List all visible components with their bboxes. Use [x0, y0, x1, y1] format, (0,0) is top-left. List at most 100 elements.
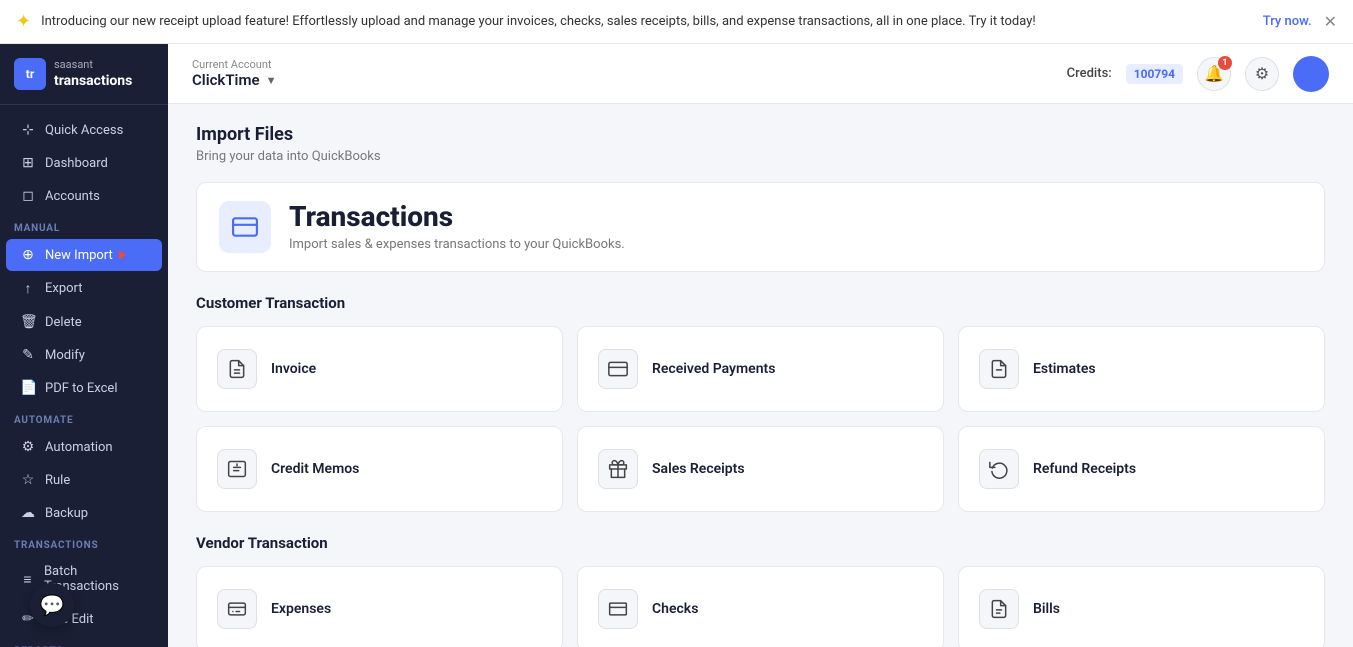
account-chevron-icon: ▼: [266, 74, 277, 87]
settings-button[interactable]: ⚙: [1245, 57, 1279, 91]
checks-label: Checks: [652, 601, 698, 617]
accounts-icon: ◻: [20, 188, 36, 204]
transactions-hero-sub: Import sales & expenses transactions to …: [289, 237, 625, 252]
vendor-cards-grid: Expenses Checks: [196, 566, 1325, 647]
received-payments-label: Received Payments: [652, 361, 775, 377]
reports-section-label: REPORTS: [0, 636, 168, 647]
sidebar-item-new-import[interactable]: ⊕ New Import: [6, 239, 162, 271]
sidebar-item-label: Export: [45, 281, 83, 296]
logo-area: tr saasant transactions: [0, 44, 168, 105]
sidebar-nav: ⊹ Quick Access ⊞ Dashboard ◻ Accounts MA…: [0, 105, 168, 647]
received-payments-icon: [598, 349, 638, 389]
banner-try-now-link[interactable]: Try now.: [1263, 14, 1312, 29]
sidebar: tr saasant transactions ⊹ Quick Access ⊞…: [0, 44, 168, 647]
invoice-label: Invoice: [271, 361, 316, 377]
credit-memos-icon: [217, 449, 257, 489]
announcement-banner: ✦ Introducing our new receipt upload fea…: [0, 0, 1353, 44]
card-credit-memos[interactable]: Credit Memos: [196, 426, 563, 512]
credits-value: 100794: [1126, 64, 1183, 84]
dashboard-icon: ⊞: [20, 155, 36, 171]
quick-access-icon: ⊹: [20, 122, 36, 138]
sidebar-item-label: PDF to Excel: [45, 381, 117, 396]
banner-star-icon: ✦: [16, 11, 31, 32]
sidebar-item-label: Rule: [45, 473, 70, 488]
account-name-dropdown[interactable]: ClickTime ▼: [192, 71, 1067, 89]
credit-memos-label: Credit Memos: [271, 461, 359, 477]
sidebar-item-rule[interactable]: ☆ Rule: [6, 464, 162, 496]
vendor-section-title: Vendor Transaction: [196, 534, 1325, 552]
sidebar-item-quick-access[interactable]: ⊹ Quick Access: [6, 114, 162, 146]
sidebar-item-dashboard[interactable]: ⊞ Dashboard: [6, 147, 162, 179]
transactions-hero-title: Transactions: [289, 202, 625, 233]
customer-cards-grid: Invoice Received Payments: [196, 326, 1325, 512]
credits-label: Credits:: [1067, 66, 1112, 81]
transactions-hero-text: Transactions Import sales & expenses tra…: [289, 202, 625, 252]
sidebar-item-label: Modify: [45, 348, 85, 363]
customer-section-title: Customer Transaction: [196, 294, 1325, 312]
account-name-text: ClickTime: [192, 71, 260, 89]
estimates-label: Estimates: [1033, 361, 1096, 377]
sidebar-item-label: New Import: [45, 248, 113, 263]
invoice-icon: [217, 349, 257, 389]
card-bills[interactable]: Bills: [958, 566, 1325, 647]
sidebar-item-delete[interactable]: 🗑 Delete: [6, 306, 162, 338]
header-right: Credits: 100794 🔔 1 ⚙: [1067, 56, 1329, 92]
current-account-label: Current Account: [192, 58, 1067, 71]
sidebar-item-label: Quick Access: [45, 123, 123, 138]
banner-text: Introducing our new receipt upload featu…: [41, 14, 1259, 29]
expenses-icon: [217, 589, 257, 629]
automation-icon: ⚙: [20, 439, 36, 455]
sidebar-item-label: Delete: [45, 315, 82, 330]
logo-icon: tr: [14, 58, 46, 90]
sidebar-item-automation[interactable]: ⚙ Automation: [6, 431, 162, 463]
estimates-icon: [979, 349, 1019, 389]
rule-icon: ☆: [20, 472, 36, 488]
new-import-icon: ⊕: [20, 247, 36, 263]
import-files-subtitle: Bring your data into QuickBooks: [196, 149, 1325, 164]
main-content: Import Files Bring your data into QuickB…: [168, 104, 1353, 647]
export-icon: ↑: [20, 280, 36, 297]
transactions-hero-card[interactable]: Transactions Import sales & expenses tra…: [196, 182, 1325, 272]
card-expenses[interactable]: Expenses: [196, 566, 563, 647]
card-estimates[interactable]: Estimates: [958, 326, 1325, 412]
expenses-label: Expenses: [271, 601, 331, 617]
refund-receipts-icon: [979, 449, 1019, 489]
chat-support-button[interactable]: 💬: [30, 583, 74, 627]
card-received-payments[interactable]: Received Payments: [577, 326, 944, 412]
sidebar-item-modify[interactable]: ✎ Modify: [6, 339, 162, 371]
sidebar-item-label: Automation: [45, 440, 113, 455]
page-header: Current Account ClickTime ▼ Credits: 100…: [168, 44, 1353, 104]
manual-section-label: MANUAL: [0, 213, 168, 238]
sales-receipts-icon: [598, 449, 638, 489]
pdf-to-excel-icon: 📄: [20, 380, 36, 396]
sidebar-item-backup[interactable]: ☁ Backup: [6, 497, 162, 529]
sidebar-item-label: Accounts: [45, 189, 100, 204]
sales-receipts-label: Sales Receipts: [652, 461, 745, 477]
sidebar-item-pdf-to-excel[interactable]: 📄 PDF to Excel: [6, 372, 162, 404]
sidebar-item-label: Backup: [45, 506, 88, 521]
sidebar-item-batch-transactions[interactable]: ≡ Batch Transactions: [6, 556, 162, 602]
card-checks[interactable]: Checks: [577, 566, 944, 647]
refund-receipts-label: Refund Receipts: [1033, 461, 1136, 477]
automate-section-label: AUTOMATE: [0, 405, 168, 430]
notification-badge: 1: [1218, 56, 1232, 70]
sidebar-item-export[interactable]: ↑ Export: [6, 272, 162, 305]
user-avatar[interactable]: [1293, 56, 1329, 92]
card-sales-receipts[interactable]: Sales Receipts: [577, 426, 944, 512]
sidebar-item-accounts[interactable]: ◻ Accounts: [6, 180, 162, 212]
bills-label: Bills: [1033, 601, 1060, 617]
new-import-arrow: [119, 250, 126, 260]
delete-icon: 🗑: [20, 314, 36, 330]
banner-close-button[interactable]: ✕: [1324, 12, 1337, 31]
notifications-button[interactable]: 🔔 1: [1197, 57, 1231, 91]
backup-icon: ☁: [20, 505, 36, 521]
bills-icon: [979, 589, 1019, 629]
logo-text: saasant transactions: [54, 58, 132, 90]
card-invoice[interactable]: Invoice: [196, 326, 563, 412]
transactions-hero-icon: [219, 201, 271, 253]
transactions-section-label: TRANSACTIONS: [0, 530, 168, 555]
import-files-title: Import Files: [196, 124, 1325, 145]
modify-icon: ✎: [20, 347, 36, 363]
checks-icon: [598, 589, 638, 629]
card-refund-receipts[interactable]: Refund Receipts: [958, 426, 1325, 512]
